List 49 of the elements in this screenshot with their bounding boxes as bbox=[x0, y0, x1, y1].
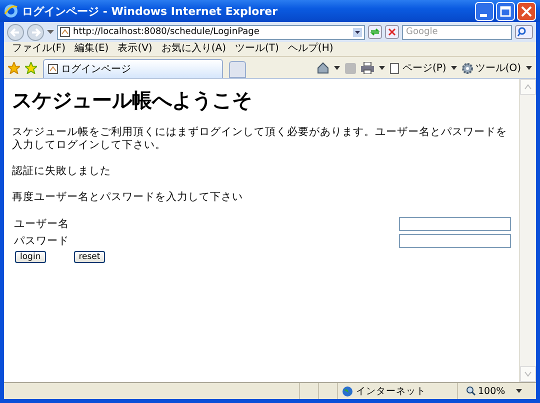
add-favorite-icon[interactable] bbox=[25, 62, 37, 74]
reset-button[interactable]: reset bbox=[74, 251, 106, 263]
maximize-icon[interactable] bbox=[496, 2, 515, 20]
globe-icon bbox=[342, 386, 353, 396]
star-icon[interactable] bbox=[8, 62, 20, 74]
caret-icon[interactable] bbox=[526, 66, 532, 70]
address-field[interactable]: http://localhost:8080/schedule/LoginPage bbox=[57, 24, 365, 40]
gear-icon bbox=[462, 62, 474, 74]
intro-text: スケジュール帳をご利用頂くにはまずログインして頂く必要があります。ユーザー名とパスワードを入力してログインして下さい。 bbox=[12, 126, 508, 152]
page-icon bbox=[390, 62, 400, 74]
caret-icon[interactable] bbox=[334, 66, 340, 70]
field-label: パスワード bbox=[14, 234, 70, 248]
menu-item[interactable]: 表示(V) bbox=[118, 42, 152, 56]
page-heading: スケジュール帳へようこそ bbox=[12, 87, 253, 114]
window-title: ログインページ - Windows Internet Explorer bbox=[22, 4, 278, 18]
printer-icon[interactable] bbox=[361, 62, 374, 74]
prompt-text: 再度ユーザー名とパスワードを入力して下さい bbox=[12, 191, 244, 204]
search-field[interactable]: Google bbox=[402, 24, 512, 40]
minimize-icon[interactable] bbox=[475, 2, 494, 20]
browser-tab[interactable]: ログインページ bbox=[43, 59, 223, 78]
forward-icon[interactable] bbox=[27, 24, 44, 40]
login-button[interactable]: login bbox=[15, 251, 46, 263]
back-icon[interactable] bbox=[7, 24, 24, 40]
menu-item[interactable]: ツール(T) bbox=[235, 42, 279, 56]
caret-icon[interactable] bbox=[379, 66, 386, 70]
browser-logo-icon bbox=[4, 4, 18, 18]
page-icon bbox=[60, 27, 70, 37]
error-message: 認証に失敗しました bbox=[12, 165, 112, 178]
menu-item[interactable]: ファイル(F) bbox=[12, 42, 66, 56]
stop-icon[interactable] bbox=[385, 25, 399, 39]
close-icon[interactable] bbox=[517, 2, 536, 20]
zoom-icon bbox=[466, 386, 476, 396]
zoom-button[interactable]: 100% bbox=[458, 386, 516, 396]
zone-text: インターネット bbox=[356, 384, 426, 398]
caret-icon[interactable] bbox=[451, 66, 458, 70]
field-label: ユーザー名 bbox=[14, 217, 70, 231]
password-field[interactable] bbox=[399, 234, 511, 248]
home-icon[interactable] bbox=[317, 62, 330, 74]
username-field[interactable] bbox=[399, 217, 511, 231]
menu-item[interactable]: お気に入り(A) bbox=[161, 42, 226, 56]
refresh-icon[interactable] bbox=[368, 25, 382, 39]
menu-item[interactable]: 編集(E) bbox=[74, 42, 109, 56]
tools-menu-button[interactable]: ツール(O) bbox=[462, 61, 521, 75]
menu-item[interactable]: ヘルプ(H) bbox=[288, 42, 334, 56]
page-icon bbox=[48, 64, 58, 74]
caret-icon[interactable] bbox=[353, 28, 362, 36]
search-icon[interactable] bbox=[515, 25, 533, 39]
page-menu-button[interactable]: ページ(P) bbox=[390, 61, 446, 75]
caret-icon[interactable] bbox=[516, 389, 522, 393]
